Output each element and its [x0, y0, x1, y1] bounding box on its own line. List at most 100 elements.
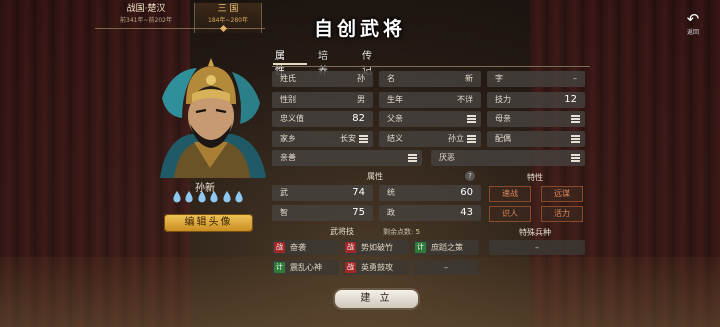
field-value: 长安 — [340, 134, 356, 143]
field-label: 生年 — [387, 95, 403, 104]
field-value: 12 — [564, 94, 577, 105]
given-name-field[interactable]: 名 新 — [379, 71, 481, 87]
attr-label: 智 — [280, 208, 288, 217]
skill-name: 奋袭 — [290, 243, 306, 252]
hero-portrait — [152, 58, 270, 178]
field-label: 家乡 — [280, 134, 296, 143]
gender-field[interactable]: 性别 男 — [272, 92, 373, 108]
skill-type-tag: 计 — [415, 242, 426, 253]
skill-power-field[interactable]: 技力 12 — [487, 92, 585, 108]
skill-name: 庶蹈之策 — [431, 243, 463, 252]
era-name: 战国·楚汉 — [126, 4, 166, 14]
field-value: 新 — [465, 74, 473, 83]
dislike-field[interactable]: 厌恶 — [431, 150, 585, 166]
field-label: 亲善 — [280, 153, 296, 162]
skill-slot[interactable]: 战 英勇鼓攻 — [343, 260, 409, 275]
field-label: 技力 — [495, 95, 511, 104]
back-button[interactable]: ↶ 返回 — [680, 10, 706, 37]
attr-politics: 政 43 — [379, 205, 481, 221]
attr-label: 统 — [387, 188, 395, 197]
attr-label: 武 — [280, 188, 288, 197]
drop-icon — [210, 191, 218, 203]
back-arrow-icon: ↶ — [686, 10, 700, 28]
skills-header: 武将技 — [330, 227, 354, 236]
skill-name: 势如破竹 — [361, 243, 393, 252]
drop-icon — [235, 191, 243, 203]
drop-icon — [173, 191, 181, 203]
drop-icon — [198, 191, 206, 203]
skill-slot[interactable]: 计 震乱心神 — [272, 260, 339, 275]
field-label: 母亲 — [495, 114, 511, 123]
skill-slot[interactable]: 战 奋袭 — [272, 240, 339, 255]
skill-empty: – — [444, 263, 448, 272]
field-value: 82 — [352, 113, 365, 124]
field-value: 孙 — [357, 74, 365, 83]
skill-name: 英勇鼓攻 — [361, 263, 393, 272]
era-range: 184年~280年 — [208, 17, 248, 24]
mother-field[interactable]: 母亲 — [487, 111, 585, 127]
menu-icon[interactable] — [359, 135, 368, 143]
drop-icon — [185, 191, 193, 203]
traits-header: 特性 — [527, 173, 543, 182]
menu-icon[interactable] — [571, 154, 580, 162]
hometown-field[interactable]: 家乡 长安 — [272, 131, 373, 147]
field-value: – — [573, 74, 577, 83]
attr-value: 75 — [352, 207, 365, 218]
help-icon[interactable]: ? — [465, 171, 475, 181]
drop-icon — [222, 191, 231, 203]
menu-icon[interactable] — [571, 115, 580, 123]
hero-drop-rating — [172, 191, 244, 205]
tab-divider — [272, 66, 590, 67]
skill-slot[interactable]: 计 庶蹈之策 — [413, 240, 479, 255]
remaining-points: 剩余点数: 5 — [383, 227, 420, 237]
trait-button[interactable]: 远谋 — [541, 186, 583, 202]
era-range: 前341年~前202年 — [120, 17, 172, 24]
page-title: 自创武将 — [313, 18, 406, 40]
field-label: 名 — [387, 74, 395, 83]
points-value: 5 — [415, 228, 421, 236]
skill-slot-empty[interactable]: – — [413, 260, 479, 275]
field-label: 厌恶 — [439, 153, 455, 162]
field-label: 字 — [495, 74, 503, 83]
menu-icon[interactable] — [571, 135, 580, 143]
surname-field[interactable]: 姓氏 孙 — [272, 71, 373, 87]
menu-icon[interactable] — [467, 135, 476, 143]
like-field[interactable]: 亲善 — [272, 150, 422, 166]
attr-force: 武 74 — [272, 185, 373, 201]
skill-type-tag: 计 — [274, 262, 285, 273]
sworn-sibling-field[interactable]: 结义 孙立 — [379, 131, 481, 147]
courtesy-name-field[interactable]: 字 – — [487, 71, 585, 87]
menu-icon[interactable] — [467, 115, 476, 123]
era-timeline — [95, 28, 265, 29]
points-label: 剩余点数: — [383, 228, 414, 236]
father-field[interactable]: 父亲 — [379, 111, 481, 127]
field-value: 不详 — [457, 95, 473, 104]
attr-value: 74 — [352, 187, 365, 198]
field-label: 性别 — [280, 95, 296, 104]
skill-type-tag: 战 — [274, 242, 285, 253]
attributes-header: 属性 — [367, 172, 383, 181]
edit-portrait-button[interactable]: 编辑头像 — [164, 214, 253, 232]
field-label: 结义 — [387, 134, 403, 143]
skill-name: 震乱心神 — [290, 263, 322, 272]
era-name: 三 国 — [217, 4, 239, 14]
special-troop-slot[interactable]: – — [489, 240, 585, 255]
field-value: 孙立 — [448, 134, 464, 143]
field-value: 男 — [357, 95, 365, 104]
spouse-field[interactable]: 配偶 — [487, 131, 585, 147]
field-label: 配偶 — [495, 134, 511, 143]
birth-year-field[interactable]: 生年 不详 — [379, 92, 481, 108]
attr-command: 统 60 — [379, 185, 481, 201]
trait-button[interactable]: 识人 — [489, 206, 531, 222]
menu-icon[interactable] — [408, 154, 417, 162]
create-button[interactable]: 建 立 — [333, 288, 420, 310]
attr-label: 政 — [387, 208, 395, 217]
field-label: 忠义值 — [280, 114, 304, 123]
attr-value: 43 — [460, 207, 473, 218]
skill-type-tag: 战 — [345, 262, 356, 273]
skill-slot[interactable]: 战 势如破竹 — [343, 240, 409, 255]
trait-button[interactable]: 速战 — [489, 186, 531, 202]
trait-button[interactable]: 活力 — [541, 206, 583, 222]
loyalty-field[interactable]: 忠义值 82 — [272, 111, 373, 127]
field-label: 姓氏 — [280, 74, 296, 83]
